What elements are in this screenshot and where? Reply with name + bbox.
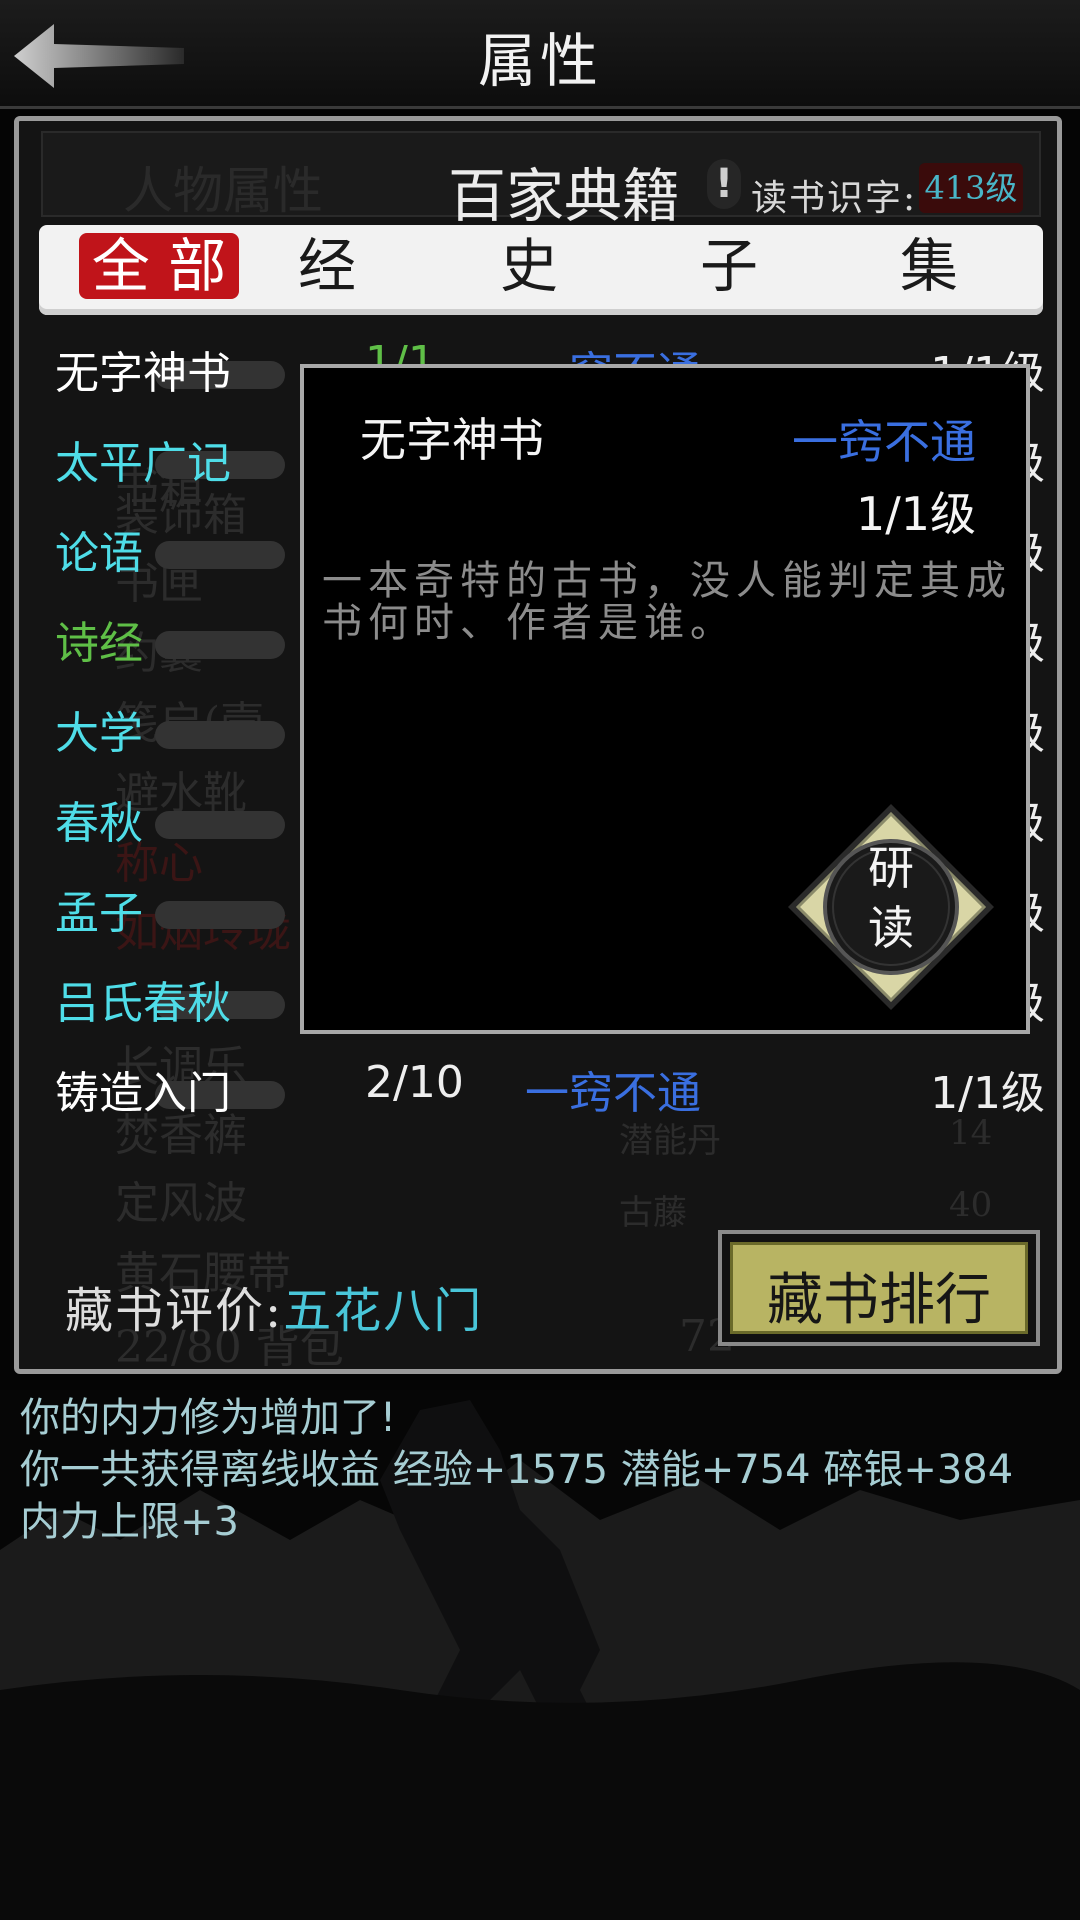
- category-tabs: 全 部 经 史 子 集: [39, 225, 1043, 315]
- reading-level-badge: 413级: [919, 163, 1023, 213]
- collection-eval-value: 五花八门: [283, 1283, 484, 1339]
- log-line: 你的内力修为增加了!: [20, 1395, 397, 1441]
- ranking-button-label: 藏书排行: [767, 1268, 991, 1333]
- name-underlay: [155, 901, 285, 929]
- tab-philosophers[interactable]: 子: [679, 233, 779, 299]
- book-collection-title: 百家典籍: [448, 162, 681, 230]
- book-level: 1/1级: [930, 1068, 1045, 1119]
- study-button-label: 研 读: [786, 838, 996, 958]
- book-name: 无字神书: [55, 348, 231, 399]
- study-button[interactable]: 研 读: [786, 802, 996, 1012]
- tab-all[interactable]: 全 部: [79, 233, 239, 299]
- ghost-item: 40: [949, 1185, 993, 1225]
- popup-book-rank: 一窍不通: [792, 415, 976, 469]
- book-name: 太平广记: [55, 438, 231, 489]
- book-name: 诗经: [55, 618, 143, 669]
- tab-collections[interactable]: 集: [879, 233, 979, 299]
- tab-classics[interactable]: 经: [277, 233, 377, 299]
- panel-header: 人物属性 百家典籍 ! 读书识字: 413级: [41, 131, 1041, 230]
- page-title: 属性: [477, 27, 602, 95]
- ranking-button-face: 藏书排行: [730, 1242, 1028, 1334]
- tab-history[interactable]: 史: [479, 233, 579, 299]
- book-name: 大学: [55, 708, 143, 759]
- book-rank: 一窍不通: [525, 1068, 701, 1119]
- ghost-item: 定风波: [115, 1178, 247, 1229]
- name-underlay: [155, 631, 285, 659]
- log-line: 内力上限+3: [20, 1499, 239, 1545]
- reading-skill-label: 读书识字:: [751, 178, 918, 219]
- exclamation-icon[interactable]: !: [707, 159, 741, 209]
- book-name: 春秋: [55, 798, 143, 849]
- collection-eval-label: 藏书评价:: [65, 1283, 284, 1339]
- book-row[interactable]: 铸造入门 2/10 一窍不通 1/1级: [55, 1049, 1045, 1129]
- book-name: 孟子: [55, 888, 143, 939]
- book-count: 2/10: [365, 1057, 464, 1108]
- ghost-character-attributes: 人物属性: [123, 162, 323, 220]
- study-label-line: 研: [868, 841, 914, 895]
- book-detail-popup: 无字神书 一窍不通 1/1级 一本奇特的古书，没人能判定其成书何时、作者是谁。 …: [300, 364, 1030, 1034]
- log-line: 你一共获得离线收益 经验+1575 潜能+754 碎银+384: [20, 1447, 1014, 1493]
- name-underlay: [155, 811, 285, 839]
- book-name: 铸造入门: [55, 1068, 231, 1119]
- collection-evaluation: 藏书评价:五花八门: [65, 1271, 483, 1341]
- message-log: 你的内力修为增加了! 你一共获得离线收益 经验+1575 潜能+754 碎银+3…: [20, 1392, 1060, 1548]
- popup-book-level: 1/1级: [855, 487, 976, 541]
- study-label-line: 读: [868, 901, 914, 955]
- book-name: 论语: [55, 528, 143, 579]
- book-ranking-button[interactable]: 藏书排行: [718, 1230, 1040, 1346]
- name-underlay: [155, 721, 285, 749]
- ghost-item: 古藤: [619, 1193, 687, 1233]
- popup-book-description: 一本奇特的古书，没人能判定其成书何时、作者是谁。: [322, 558, 1012, 646]
- top-bar: 属性: [0, 0, 1080, 109]
- name-underlay: [155, 541, 285, 569]
- book-name: 吕氏春秋: [55, 978, 231, 1029]
- popup-book-name: 无字神书: [360, 413, 544, 467]
